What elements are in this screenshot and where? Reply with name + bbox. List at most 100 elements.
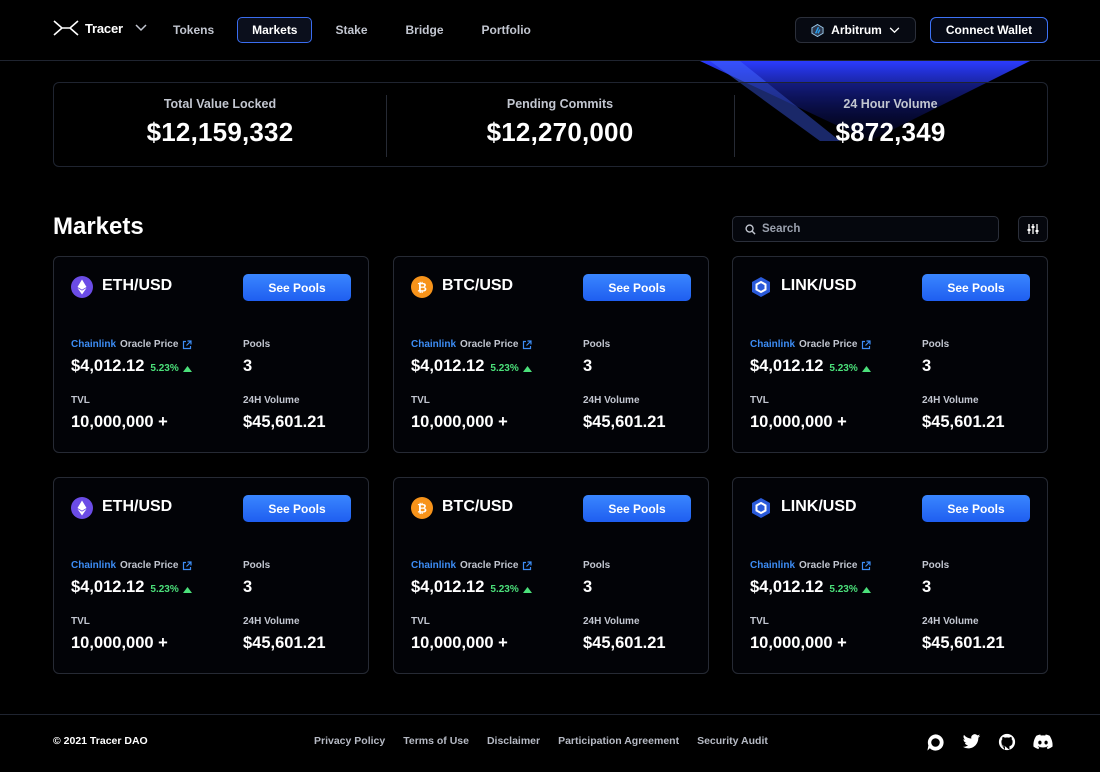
- tracer-logo-icon: [53, 20, 79, 36]
- stat-24h-volume: 24 Hour Volume $872,349: [734, 83, 1047, 168]
- footer-link-privacy-policy[interactable]: Privacy Policy: [314, 735, 385, 747]
- volume-value: $45,601.21: [922, 634, 1005, 652]
- market-pair: BTC/USD: [442, 277, 514, 294]
- pools-label: Pools: [583, 339, 611, 350]
- price-row: $4,012.12 5.23%: [71, 578, 192, 597]
- svg-text:₿: ₿: [417, 281, 427, 295]
- see-pools-button[interactable]: See Pools: [243, 495, 351, 522]
- price-change: 5.23%: [490, 584, 532, 595]
- nav-links: Tokens Markets Stake Bridge Portfolio: [158, 17, 546, 43]
- link-icon: [750, 497, 772, 519]
- oracle-price-label: Chainlink Oracle Price: [750, 560, 871, 571]
- connect-wallet-button[interactable]: Connect Wallet: [930, 17, 1048, 43]
- copyright: © 2021 Tracer DAO: [53, 735, 148, 747]
- price-change-value: 5.23%: [150, 584, 179, 595]
- footer-link-participation-agreement[interactable]: Participation Agreement: [558, 735, 679, 747]
- price-row: $4,012.12 5.23%: [411, 578, 532, 597]
- stat-label: 24 Hour Volume: [843, 97, 938, 111]
- nav-link-bridge[interactable]: Bridge: [391, 17, 459, 43]
- price-row: $4,012.12 5.23%: [750, 357, 871, 376]
- see-pools-button[interactable]: See Pools: [922, 274, 1030, 301]
- pools-label: Pools: [922, 339, 950, 350]
- stat-label: Pending Commits: [506, 97, 614, 111]
- price-change-value: 5.23%: [490, 584, 519, 595]
- volume-label: 24H Volume: [922, 395, 979, 406]
- triangle-up-icon: [522, 586, 532, 593]
- tvl-value: 10,000,000 +: [411, 413, 508, 431]
- pools-label: Pools: [243, 560, 271, 571]
- chainlink-link[interactable]: Chainlink: [750, 339, 795, 350]
- tvl-value: 10,000,000 +: [750, 413, 847, 431]
- external-link-icon[interactable]: [861, 339, 871, 350]
- market-pair: ETH/USD: [102, 498, 173, 515]
- chainlink-link[interactable]: Chainlink: [71, 560, 116, 571]
- external-link-icon[interactable]: [522, 560, 532, 571]
- nav-link-markets[interactable]: Markets: [237, 17, 313, 43]
- oracle-price-label: Chainlink Oracle Price: [750, 339, 871, 350]
- pools-value: 3: [583, 357, 593, 375]
- network-selector[interactable]: Arbitrum: [795, 17, 916, 43]
- oracle-price-text: Oracle Price: [460, 560, 519, 571]
- svg-text:₿: ₿: [417, 502, 427, 516]
- stat-total-value-locked: Total Value Locked $12,159,332: [54, 83, 386, 168]
- price-row: $4,012.12 5.23%: [750, 578, 871, 597]
- nav-link-portfolio[interactable]: Portfolio: [467, 17, 546, 43]
- price-change: 5.23%: [150, 363, 192, 374]
- price-change-value: 5.23%: [829, 584, 858, 595]
- chevron-down-icon: [889, 26, 900, 33]
- tvl-value: 10,000,000 +: [411, 634, 508, 652]
- tvl-value: 10,000,000 +: [71, 413, 168, 431]
- chainlink-link[interactable]: Chainlink: [750, 560, 795, 571]
- see-pools-button[interactable]: See Pools: [922, 495, 1030, 522]
- triangle-up-icon: [861, 586, 871, 593]
- see-pools-button[interactable]: See Pools: [583, 495, 691, 522]
- brand-menu[interactable]: Tracer: [53, 20, 147, 36]
- footer-links: Privacy Policy Terms of Use Disclaimer P…: [314, 735, 768, 747]
- stat-value: $872,349: [835, 117, 946, 147]
- market-card: LINK/USD See Pools Chainlink Oracle Price $4…: [732, 477, 1048, 674]
- stat-value: $12,270,000: [486, 117, 634, 147]
- tvl-label: TVL: [750, 395, 769, 406]
- nav-link-stake[interactable]: Stake: [320, 17, 382, 43]
- discourse-icon[interactable]: [925, 732, 945, 752]
- stat-pending-commits: Pending Commits $12,270,000: [386, 83, 734, 168]
- external-link-icon[interactable]: [861, 560, 871, 571]
- chainlink-link[interactable]: Chainlink: [411, 339, 456, 350]
- oracle-price-label: Chainlink Oracle Price: [71, 339, 192, 350]
- price-change: 5.23%: [490, 363, 532, 374]
- discord-icon[interactable]: [1033, 732, 1053, 752]
- pools-value: 3: [243, 357, 253, 375]
- oracle-price-label: Chainlink Oracle Price: [71, 560, 192, 571]
- chevron-down-icon: [135, 24, 147, 32]
- external-link-icon[interactable]: [522, 339, 532, 350]
- see-pools-button[interactable]: See Pools: [583, 274, 691, 301]
- search-input[interactable]: [762, 223, 982, 235]
- oracle-price-label: Chainlink Oracle Price: [411, 560, 532, 571]
- external-link-icon[interactable]: [182, 339, 192, 350]
- triangle-up-icon: [182, 586, 192, 593]
- github-icon[interactable]: [997, 732, 1017, 752]
- external-link-icon[interactable]: [182, 560, 192, 571]
- price-row: $4,012.12 5.23%: [411, 357, 532, 376]
- oracle-price-text: Oracle Price: [120, 560, 179, 571]
- tvl-value: 10,000,000 +: [71, 634, 168, 652]
- oracle-price-text: Oracle Price: [799, 339, 858, 350]
- oracle-price-text: Oracle Price: [120, 339, 179, 350]
- network-name: Arbitrum: [831, 23, 882, 37]
- chainlink-link[interactable]: Chainlink: [71, 339, 116, 350]
- twitter-icon[interactable]: [961, 732, 981, 752]
- price-change: 5.23%: [829, 363, 871, 374]
- footer-link-disclaimer[interactable]: Disclaimer: [487, 735, 540, 747]
- volume-label: 24H Volume: [583, 616, 640, 627]
- see-pools-button[interactable]: See Pools: [243, 274, 351, 301]
- pools-value: 3: [243, 578, 253, 596]
- chainlink-link[interactable]: Chainlink: [411, 560, 456, 571]
- nav-link-tokens[interactable]: Tokens: [158, 17, 229, 43]
- footer-link-security-audit[interactable]: Security Audit: [697, 735, 768, 747]
- market-card: ₿ BTC/USD See Pools Chainlink Oracle Price $4…: [393, 256, 709, 453]
- footer-link-terms-of-use[interactable]: Terms of Use: [403, 735, 469, 747]
- oracle-price-text: Oracle Price: [799, 560, 858, 571]
- filter-button[interactable]: [1018, 216, 1048, 242]
- sliders-icon: [1027, 224, 1039, 234]
- market-card: ETH/USD See Pools Chainlink Oracle Price $4,…: [53, 256, 369, 453]
